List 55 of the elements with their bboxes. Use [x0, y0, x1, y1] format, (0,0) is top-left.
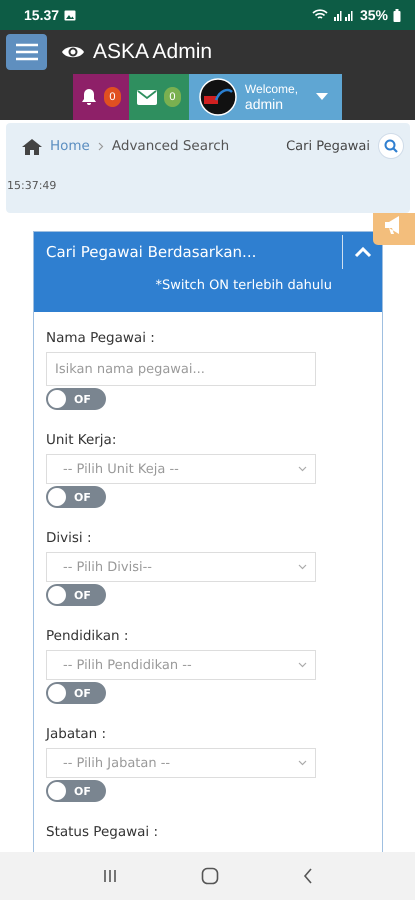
dropdown-field[interactable]: -- Pilih Pendidikan --	[46, 650, 316, 680]
battery-percent: 35%	[360, 7, 388, 23]
menu-button[interactable]	[6, 34, 47, 70]
caret-icon	[316, 93, 328, 101]
envelope-icon	[136, 90, 157, 104]
toggle-switch[interactable]: OF	[46, 584, 106, 606]
notification-count: 0	[104, 87, 121, 107]
field-label: Unit Kerja:	[46, 432, 116, 449]
field-label: Nama Pegawai :	[46, 330, 155, 347]
dropdown-field[interactable]: -- Pilih Jabatan --	[46, 748, 316, 778]
toggle-switch[interactable]: OF	[46, 388, 106, 410]
card-title: Cari Pegawai Berdasarkan...	[45, 243, 258, 261]
dropdown-field[interactable]: -- Pilih Unit Keja --	[46, 454, 316, 484]
notifications-button[interactable]: 0	[72, 74, 129, 120]
clock-time: 15:37:49	[6, 179, 56, 192]
field-label: Divisi :	[46, 530, 92, 547]
image-icon	[64, 10, 76, 20]
search-icon	[384, 139, 398, 153]
welcome-text: Welcome,	[244, 82, 298, 96]
caret-icon	[298, 564, 307, 570]
user-menu-button[interactable]: Welcome, admin	[188, 74, 342, 120]
message-count: 0	[164, 87, 181, 107]
chevron-icon	[98, 142, 104, 150]
home-icon	[22, 138, 42, 154]
caret-icon	[298, 760, 307, 766]
back-icon[interactable]	[302, 868, 314, 884]
status-time: 15.37	[24, 7, 60, 23]
toggle-switch[interactable]: OF	[46, 780, 106, 802]
field-label: Pendidikan :	[46, 628, 128, 645]
wifi-icon	[312, 9, 328, 21]
battery-icon	[393, 8, 401, 22]
messages-button[interactable]: 0	[128, 74, 189, 120]
home-link[interactable]: Home	[50, 138, 90, 154]
dropdown-field[interactable]: -- Pilih Divisi--	[46, 552, 316, 582]
search-button[interactable]	[378, 133, 404, 159]
avatar-icon	[198, 78, 237, 116]
name-input-field[interactable]: Isikan nama pegawai...	[46, 352, 316, 386]
field-label: Status Pegawai :	[46, 824, 158, 841]
card-note: *Switch ON terlebih dahulu	[155, 278, 332, 293]
bell-icon	[80, 88, 97, 106]
toggle-switch[interactable]: OF	[46, 682, 106, 704]
recent-apps-icon[interactable]	[102, 868, 118, 884]
chevron-up-icon	[354, 246, 372, 258]
caret-icon	[298, 662, 307, 668]
caret-icon	[298, 466, 307, 472]
eye-icon	[61, 44, 85, 60]
user-name: admin	[244, 96, 284, 112]
search-field[interactable]: Cari Pegawai	[286, 138, 370, 154]
toggle-switch[interactable]: OF	[46, 486, 106, 508]
home-nav-icon[interactable]	[200, 867, 218, 885]
field-label: Jabatan :	[46, 726, 106, 743]
signal-icon	[332, 9, 355, 21]
menu-icon	[14, 43, 38, 61]
breadcrumb-current: Advanced Search	[112, 138, 230, 154]
app-title: ASKA Admin	[93, 40, 212, 64]
